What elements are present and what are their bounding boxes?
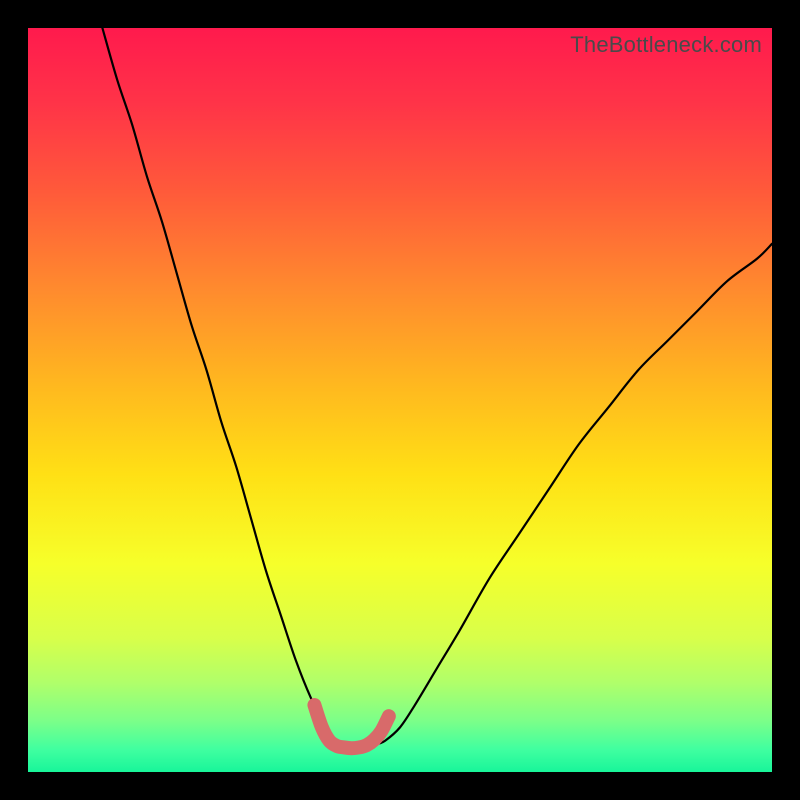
right-curve: [378, 244, 772, 744]
plot-area: TheBottleneck.com: [28, 28, 772, 772]
chart-frame: TheBottleneck.com: [0, 0, 800, 800]
curves-layer: [28, 28, 772, 772]
valley-highlight: [314, 705, 388, 748]
left-curve: [102, 28, 340, 746]
